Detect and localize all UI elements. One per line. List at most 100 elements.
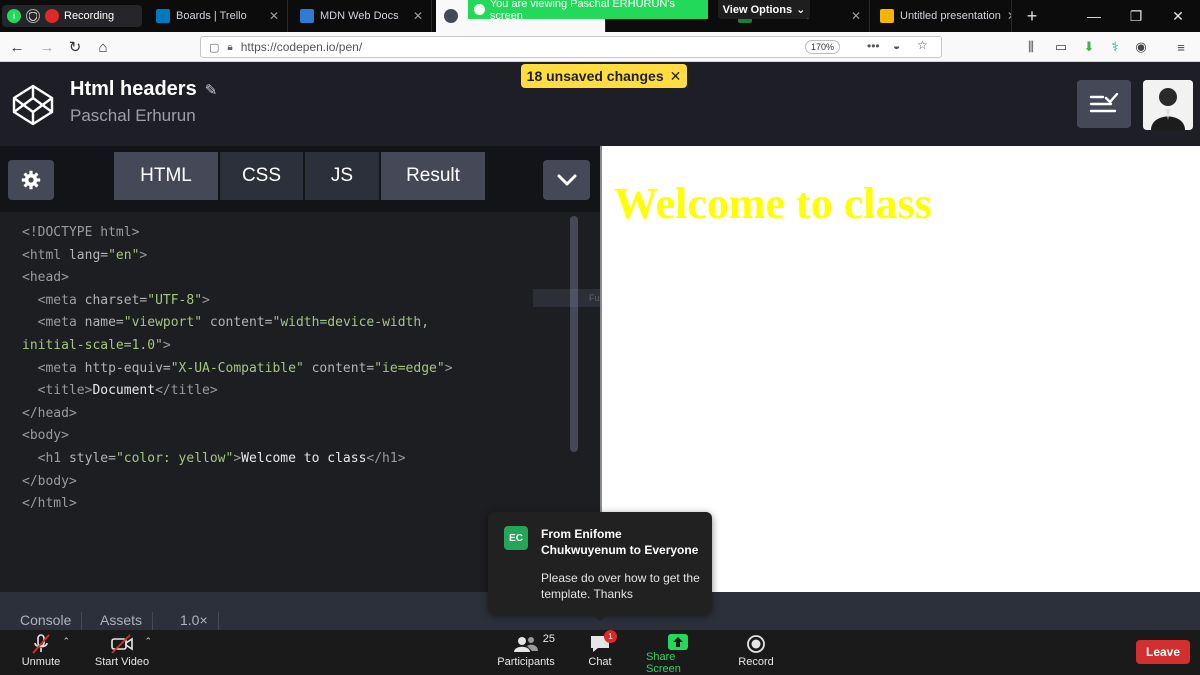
trello-favicon-icon	[156, 9, 170, 23]
unmute-button[interactable]: ⌃ Unmute	[20, 632, 70, 675]
tab-js[interactable]: JS	[305, 152, 379, 200]
pencil-icon[interactable]: ✎	[205, 81, 218, 99]
leave-button[interactable]: Leave	[1136, 640, 1190, 664]
code-token: "ie=edge"	[374, 360, 445, 376]
close-icon[interactable]: ✕	[413, 9, 423, 23]
page-info-icon[interactable]: ▢	[209, 41, 219, 54]
code-token: <head>	[22, 270, 69, 286]
chevron-up-icon[interactable]: ⌃	[62, 636, 70, 647]
pen-title-text: Html headers	[70, 78, 197, 100]
address-bar[interactable]: ▢ 🔒︎ https://codepen.io/pen/ 170% ••• ◒ …	[200, 36, 942, 58]
close-icon[interactable]: ✕	[269, 9, 279, 23]
change-view-button[interactable]	[1077, 80, 1131, 128]
forward-button[interactable]: →	[36, 37, 58, 57]
minimize-button[interactable]: —	[1074, 0, 1114, 32]
code-token: content=	[202, 315, 273, 331]
code-line: <h1 style="color: yellow">Welcome to cla…	[22, 448, 572, 471]
code-token: Document	[92, 383, 156, 399]
unsaved-changes-text: 18 unsaved changes	[526, 68, 664, 84]
new-tab-button[interactable]: +	[1012, 0, 1052, 32]
user-avatar[interactable]	[1143, 80, 1193, 130]
code-token: "width=device-width,	[272, 315, 430, 331]
code-token: >	[139, 247, 148, 263]
code-line: </head>	[22, 403, 572, 426]
download-icon[interactable]: ⬇	[1080, 38, 1098, 56]
view-options-label: View Options	[722, 3, 793, 16]
pen-author[interactable]: Paschal Erhurun	[70, 106, 196, 126]
code-token: >	[162, 337, 171, 353]
chevron-up-icon[interactable]: ⌃	[144, 636, 152, 647]
info-icon[interactable]: i	[7, 9, 21, 23]
home-button[interactable]: ⌂	[92, 37, 114, 57]
code-token: </title>	[155, 383, 218, 399]
more-actions-icon[interactable]: •••	[867, 39, 880, 53]
zoom-level-button[interactable]: 1.0×	[170, 612, 219, 630]
extension-icon[interactable]: ⚕	[1106, 38, 1124, 56]
view-options-button[interactable]: View Options ⌄	[718, 0, 810, 19]
code-line: <meta http-equiv="X-UA-Compatible" conte…	[22, 358, 572, 381]
browser-tab-presentation[interactable]: Untitled presentation ✕	[872, 0, 1012, 32]
share-screen-button[interactable]: Share Screen	[646, 632, 710, 675]
chevron-down-icon: ⌄	[796, 4, 806, 16]
console-button[interactable]: Console	[10, 612, 83, 630]
close-icon[interactable]: ✕	[851, 9, 861, 23]
back-button[interactable]: ←	[6, 37, 28, 57]
restore-button[interactable]: ❐	[1116, 0, 1156, 32]
pocket-icon[interactable]: ◒	[893, 39, 900, 53]
close-window-button[interactable]: ✕	[1158, 0, 1198, 32]
account-icon[interactable]: ◉	[1132, 38, 1150, 56]
code-token: >	[233, 450, 242, 466]
chat-message-text: Please do over how to get the template. …	[541, 571, 700, 601]
editor-scrollbar[interactable]	[570, 216, 578, 452]
start-video-button[interactable]: ⌃ Start Video	[94, 632, 152, 675]
codepen-logo-icon[interactable]	[10, 82, 56, 128]
preview-heading: Welcome to class	[614, 179, 932, 228]
chat-button[interactable]: 1 Chat	[584, 630, 617, 675]
reload-button[interactable]: ↻	[64, 37, 86, 57]
video-muted-icon	[111, 634, 133, 654]
code-token: "en"	[108, 247, 140, 263]
code-token: Welcome to class	[241, 450, 367, 466]
tab-css[interactable]: CSS	[220, 152, 303, 200]
code-line: <body>	[22, 425, 572, 448]
tab-html[interactable]: HTML	[114, 152, 218, 200]
zoom-level-chip[interactable]: 170%	[805, 40, 841, 54]
code-token: lang=	[68, 247, 109, 263]
browser-tab-trello[interactable]: Boards | Trello ✕	[148, 0, 288, 32]
browser-tab-mdn[interactable]: MDN Web Docs ✕	[292, 0, 432, 32]
assets-button[interactable]: Assets	[90, 612, 154, 630]
chat-notification-popup[interactable]: EC From Enifome Chukwuyenum to Everyone …	[488, 512, 712, 614]
code-line: <title>Document</title>	[22, 380, 572, 403]
code-token: <h1	[22, 450, 69, 466]
code-token: "UTF-8"	[147, 292, 203, 308]
editor-settings-button[interactable]	[8, 160, 54, 200]
menu-icon[interactable]: ≡	[1172, 38, 1190, 56]
codepen-header: Html headers ✎ Paschal Erhurun 18 unsave…	[0, 62, 1200, 146]
library-icon[interactable]: ⫼	[1022, 38, 1040, 56]
code-token: <title>	[22, 383, 93, 399]
zoom-recording-indicator[interactable]: i Recording	[2, 5, 142, 27]
new-tab-label: +	[1026, 5, 1038, 26]
code-editor[interactable]: <!DOCTYPE html> <html lang="en"> <head> …	[22, 222, 572, 516]
bookmark-star-icon[interactable]: ☆	[917, 38, 928, 52]
tab-result[interactable]: Result	[381, 152, 485, 200]
code-token: </head>	[22, 405, 77, 421]
participants-label: Participants	[497, 656, 555, 668]
chat-label: Chat	[588, 656, 612, 668]
start-video-label: Start Video	[94, 656, 150, 668]
code-line: initial-scale=1.0">	[22, 335, 572, 358]
sidebar-icon[interactable]: ▭	[1052, 38, 1070, 56]
codepen-favicon-icon	[444, 9, 458, 23]
editor-options-button[interactable]	[543, 160, 590, 200]
unsaved-changes-badge[interactable]: 18 unsaved changes ✕	[521, 64, 687, 88]
slides-favicon-icon	[880, 9, 894, 23]
recording-label: Recording	[64, 10, 115, 22]
pen-title[interactable]: Html headers ✎	[70, 78, 217, 101]
record-button[interactable]: Record	[736, 632, 776, 675]
chevron-down-icon	[557, 174, 576, 186]
participants-button[interactable]: 25 Participants	[497, 632, 555, 675]
editor-tab-bar: HTML CSS JS Result	[0, 146, 600, 212]
shield-icon[interactable]	[26, 9, 40, 23]
close-icon[interactable]: ✕	[670, 68, 682, 85]
tab-label: Untitled presentation	[900, 10, 1001, 22]
